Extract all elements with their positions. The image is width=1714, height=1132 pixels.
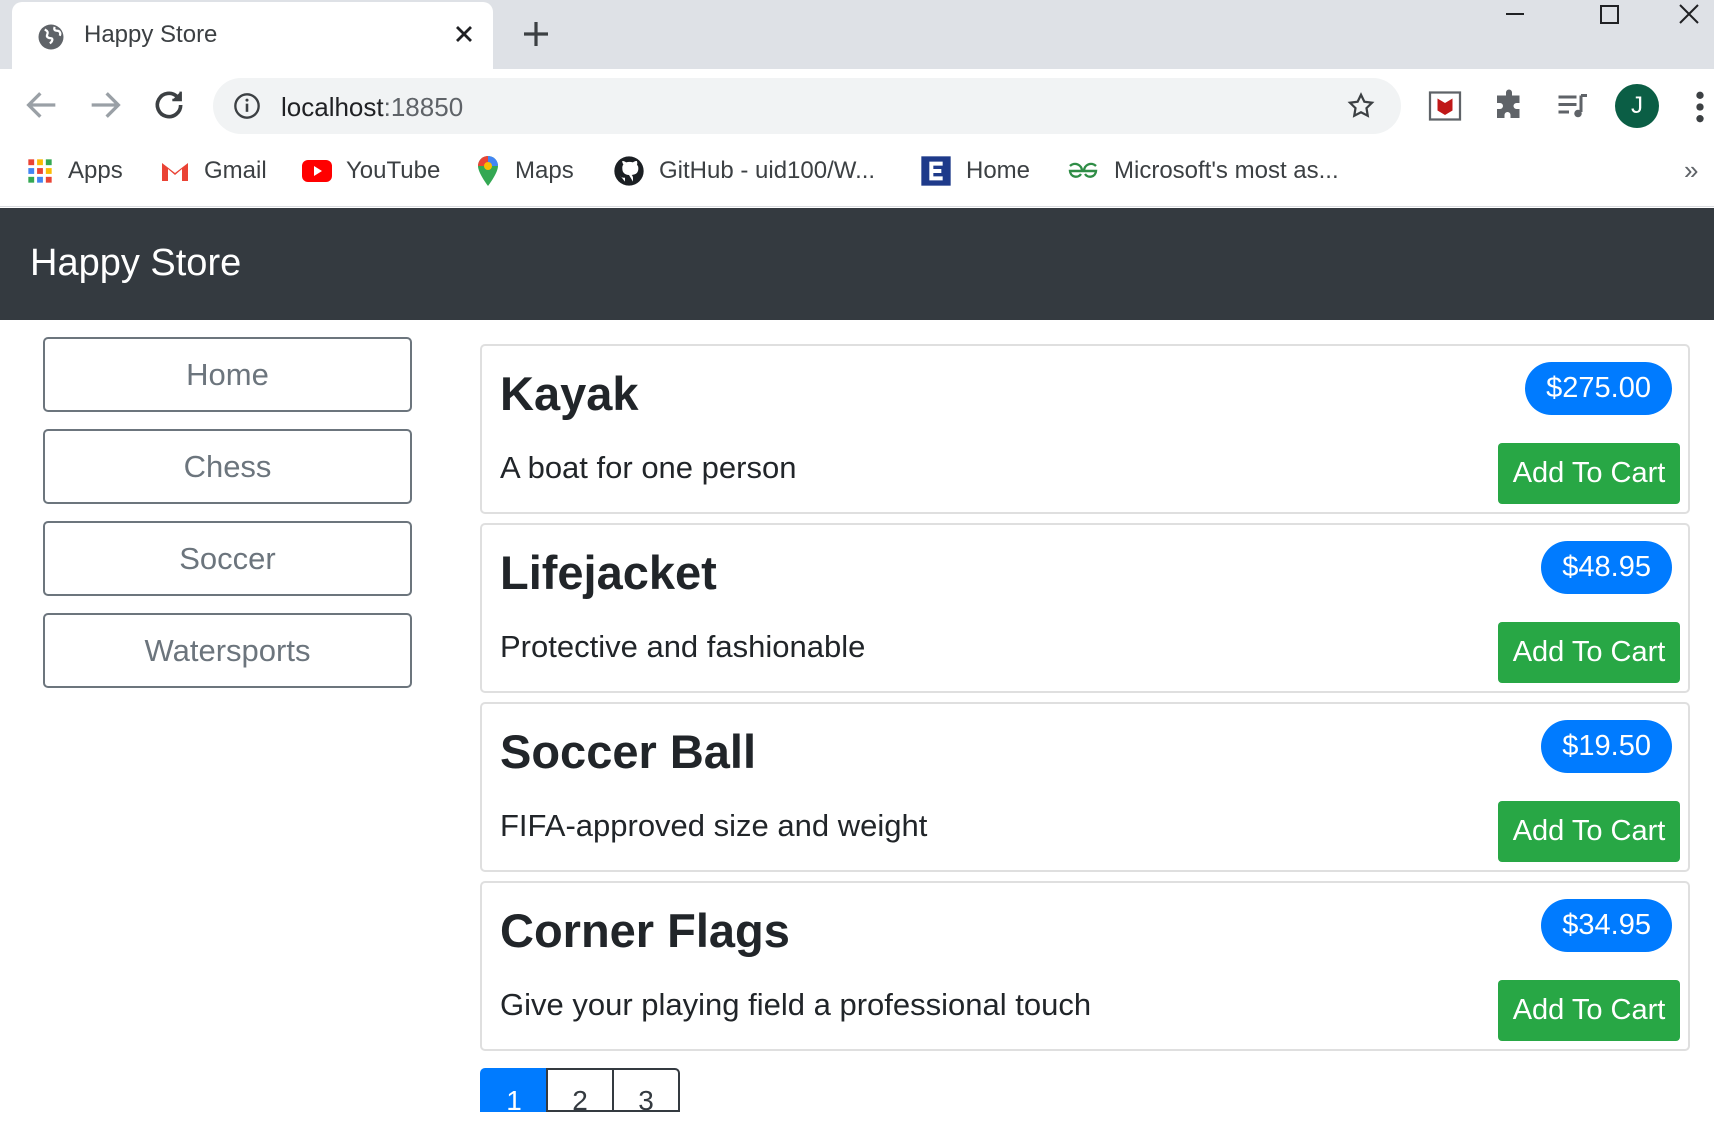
store-brand[interactable]: Happy Store <box>30 242 241 285</box>
pagination: 1 2 3 <box>480 1068 680 1116</box>
home-bookmark-icon <box>921 156 951 186</box>
bookmark-gmail[interactable]: Gmail <box>160 154 267 188</box>
price-badge: $48.95 <box>1541 541 1672 594</box>
close-tab-icon[interactable] <box>450 20 478 48</box>
product-description: Give your playing field a professional t… <box>500 987 1092 1022</box>
geeksforgeeks-icon <box>1068 162 1098 178</box>
product-name: Corner Flags <box>500 904 790 957</box>
bookmark-label: Maps <box>515 157 574 184</box>
price-badge: $19.50 <box>1541 720 1672 773</box>
bookmark-label: Apps <box>68 157 123 184</box>
bookmark-label: YouTube <box>346 157 441 184</box>
tab-strip: Happy Store <box>0 0 1714 69</box>
product-card: Lifejacket $48.95 Protective and fashion… <box>480 523 1690 693</box>
new-tab-icon[interactable] <box>520 18 552 50</box>
bookmark-star-icon[interactable] <box>1346 91 1376 121</box>
youtube-icon <box>302 160 332 182</box>
maximize-icon[interactable] <box>1578 0 1638 36</box>
profile-avatar[interactable]: J <box>1615 84 1659 128</box>
add-to-cart-button[interactable]: Add To Cart <box>1498 801 1680 862</box>
product-description: A boat for one person <box>500 450 797 485</box>
page-button-3[interactable]: 3 <box>612 1068 680 1116</box>
gmail-icon <box>162 163 188 181</box>
product-name: Soccer Ball <box>500 725 757 778</box>
bookmark-geeksforgeeks[interactable]: Microsoft's most as... <box>1066 154 1339 188</box>
category-button-chess[interactable]: Chess <box>43 429 412 504</box>
product-name: Lifejacket <box>500 546 717 599</box>
price-badge: $34.95 <box>1541 899 1672 952</box>
minimize-icon[interactable] <box>1486 0 1546 36</box>
bookmark-home[interactable]: Home <box>920 154 1030 188</box>
media-control-icon[interactable] <box>1554 88 1590 124</box>
apps-grid-icon <box>28 159 52 183</box>
bookmark-github[interactable]: GitHub - uid100/W... <box>613 154 875 188</box>
price-badge: $275.00 <box>1525 362 1672 415</box>
bookmark-label: Gmail <box>204 157 267 184</box>
more-menu-icon[interactable] <box>1688 87 1712 127</box>
product-description: FIFA-approved size and weight <box>500 808 928 843</box>
add-to-cart-button[interactable]: Add To Cart <box>1498 980 1680 1041</box>
browser-tab[interactable]: Happy Store <box>12 2 493 69</box>
product-name: Kayak <box>500 367 639 420</box>
address-bar[interactable]: localhost:18850 <box>213 78 1401 134</box>
product-card: Soccer Ball $19.50 FIFA-approved size an… <box>480 702 1690 872</box>
bookmark-label: GitHub - uid100/W... <box>659 157 876 184</box>
url-text[interactable]: localhost:18850 <box>281 92 463 123</box>
bookmarks-overflow-chevron[interactable]: » <box>1684 155 1698 186</box>
page-button-1[interactable]: 1 <box>480 1068 548 1116</box>
url-port: :18850 <box>383 92 464 122</box>
category-button-watersports[interactable]: Watersports <box>43 613 412 688</box>
browser-toolbar: localhost:18850 J <box>0 69 1714 141</box>
bookmark-maps[interactable]: Maps <box>475 154 574 188</box>
add-to-cart-button[interactable]: Add To Cart <box>1498 443 1680 504</box>
product-card: Corner Flags $34.95 Give your playing fi… <box>480 881 1690 1051</box>
extensions-puzzle-icon[interactable] <box>1491 88 1527 124</box>
forward-arrow-icon[interactable] <box>85 85 125 125</box>
reload-icon[interactable] <box>149 85 189 125</box>
window-close-icon[interactable] <box>1660 0 1714 36</box>
add-to-cart-button[interactable]: Add To Cart <box>1498 622 1680 683</box>
mcafee-extension-icon[interactable] <box>1427 88 1463 124</box>
site-info-icon[interactable] <box>233 92 261 120</box>
page-button-2[interactable]: 2 <box>546 1068 614 1116</box>
store-navbar: Happy Store <box>0 208 1714 320</box>
url-host: localhost <box>281 92 384 122</box>
back-arrow-icon[interactable] <box>22 85 62 125</box>
bookmarks-bar: Apps Gmail YouTube Maps GitHub - uid100/… <box>0 141 1714 207</box>
product-description: Protective and fashionable <box>500 629 866 664</box>
tab-title: Happy Store <box>84 21 218 48</box>
github-icon <box>614 156 644 186</box>
product-card: Kayak $275.00 A boat for one person Add … <box>480 344 1690 514</box>
bookmark-label: Home <box>966 157 1031 184</box>
category-button-home[interactable]: Home <box>43 337 412 412</box>
category-button-soccer[interactable]: Soccer <box>43 521 412 596</box>
maps-pin-icon <box>478 156 498 186</box>
bookmark-label: Microsoft's most as... <box>1114 157 1339 184</box>
bookmark-apps[interactable]: Apps <box>26 154 123 188</box>
bookmark-youtube[interactable]: YouTube <box>302 154 440 188</box>
globe-icon <box>38 24 64 50</box>
